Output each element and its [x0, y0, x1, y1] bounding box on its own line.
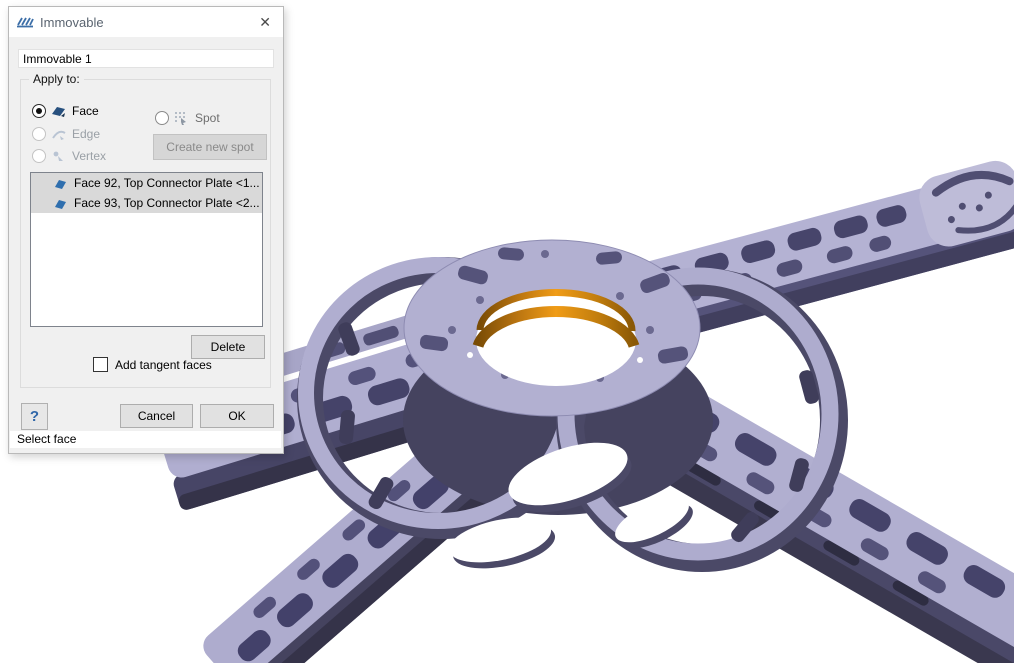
radio-vertex-circle: [32, 149, 46, 163]
restraint-name-input[interactable]: [18, 49, 274, 68]
immovable-hatch-icon: [17, 15, 34, 29]
immovable-dialog: Immovable ✕ Apply to: Face Edge: [8, 6, 284, 454]
dialog-title: Immovable: [40, 15, 255, 30]
spot-grid-icon: [174, 111, 190, 126]
radio-face-label: Face: [72, 104, 99, 118]
radio-face[interactable]: Face: [32, 102, 99, 120]
help-button[interactable]: ?: [21, 403, 48, 430]
add-tangent-faces-label: Add tangent faces: [115, 358, 212, 372]
status-bar: Select face: [10, 431, 281, 448]
list-item-label: Face 92, Top Connector Plate <1...: [74, 176, 260, 190]
radio-vertex-label: Vertex: [72, 149, 106, 163]
radio-spot-label: Spot: [195, 111, 220, 125]
radio-edge: Edge: [32, 125, 100, 143]
cancel-button[interactable]: Cancel: [120, 404, 193, 428]
selected-entities-list[interactable]: Face 92, Top Connector Plate <1... Face …: [30, 172, 263, 327]
ok-button[interactable]: OK: [200, 404, 274, 428]
close-icon[interactable]: ✕: [255, 13, 275, 31]
radio-spot-circle[interactable]: [155, 111, 169, 125]
vertex-icon: [51, 149, 67, 164]
face-icon: [54, 177, 67, 190]
list-item[interactable]: Face 93, Top Connector Plate <2...: [31, 193, 262, 213]
face-icon: [51, 104, 67, 119]
list-item[interactable]: Face 92, Top Connector Plate <1...: [31, 173, 262, 193]
apply-to-group: Apply to: Face Edge Vertex: [20, 79, 271, 388]
list-item-label: Face 93, Top Connector Plate <2...: [74, 196, 260, 210]
add-tangent-faces-row[interactable]: Add tangent faces: [93, 357, 212, 372]
add-tangent-faces-checkbox[interactable]: [93, 357, 108, 372]
delete-button[interactable]: Delete: [191, 335, 265, 359]
radio-edge-circle: [32, 127, 46, 141]
face-icon: [54, 197, 67, 210]
create-new-spot-button: Create new spot: [153, 134, 267, 160]
dialog-titlebar[interactable]: Immovable ✕: [9, 7, 283, 37]
edge-icon: [51, 127, 67, 142]
radio-edge-label: Edge: [72, 127, 100, 141]
apply-to-label: Apply to:: [29, 72, 84, 86]
radio-spot[interactable]: Spot: [155, 109, 220, 127]
radio-vertex: Vertex: [32, 147, 106, 165]
radio-face-circle[interactable]: [32, 104, 46, 118]
